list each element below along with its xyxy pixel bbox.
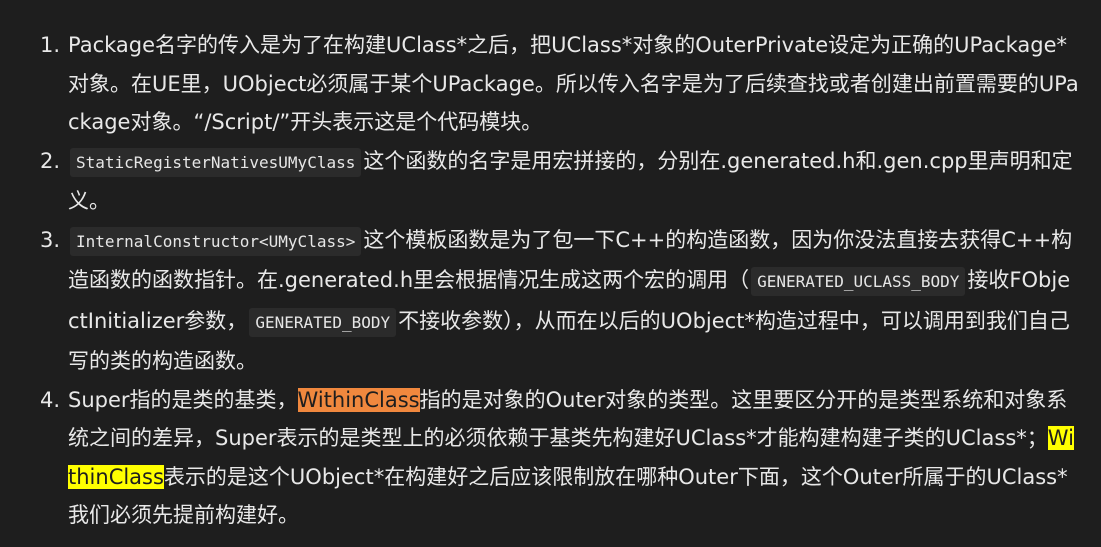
highlight-orange: WithinClass [297, 387, 420, 412]
document-body: 1. Package名字的传入是为了在构建UClass*之后，把UClass*对… [0, 0, 1101, 547]
item-text: Super指的是类的基类， [68, 387, 298, 412]
numbered-list: 1. Package名字的传入是为了在构建UClass*之后，把UClass*对… [0, 26, 1081, 535]
list-item-3: 3. InternalConstructor<UMyClass> 这个模板函数是为… [40, 221, 1081, 381]
list-item-1: 1. Package名字的传入是为了在构建UClass*之后，把UClass*对… [40, 26, 1081, 142]
item-text: Package名字的传入是为了在构建UClass*之后，把UClass*对象的O… [68, 33, 1079, 134]
inline-code-macro-body: GENERATED_BODY [249, 307, 397, 337]
inline-code-macro-uclass-body: GENERATED_UCLASS_BODY [751, 267, 966, 296]
list-number: 4. [40, 387, 61, 412]
list-item-2: 2. StaticRegisterNativesUMyClass 这个函数的名字是… [40, 142, 1081, 221]
list-number: 1. [40, 33, 61, 57]
list-number: 3. [40, 227, 61, 252]
item-text: 表示的是这个UObject*在构建好之后应该限制放在哪种Outer下面，这个Ou… [68, 464, 1068, 528]
inline-code: StaticRegisterNativesUMyClass [70, 147, 362, 177]
list-number: 2. [40, 148, 61, 173]
list-item-4: 4. Super指的是类的基类，WithinClass指的是对象的Outer对象… [40, 381, 1081, 535]
inline-code: InternalConstructor<UMyClass> [70, 226, 362, 256]
